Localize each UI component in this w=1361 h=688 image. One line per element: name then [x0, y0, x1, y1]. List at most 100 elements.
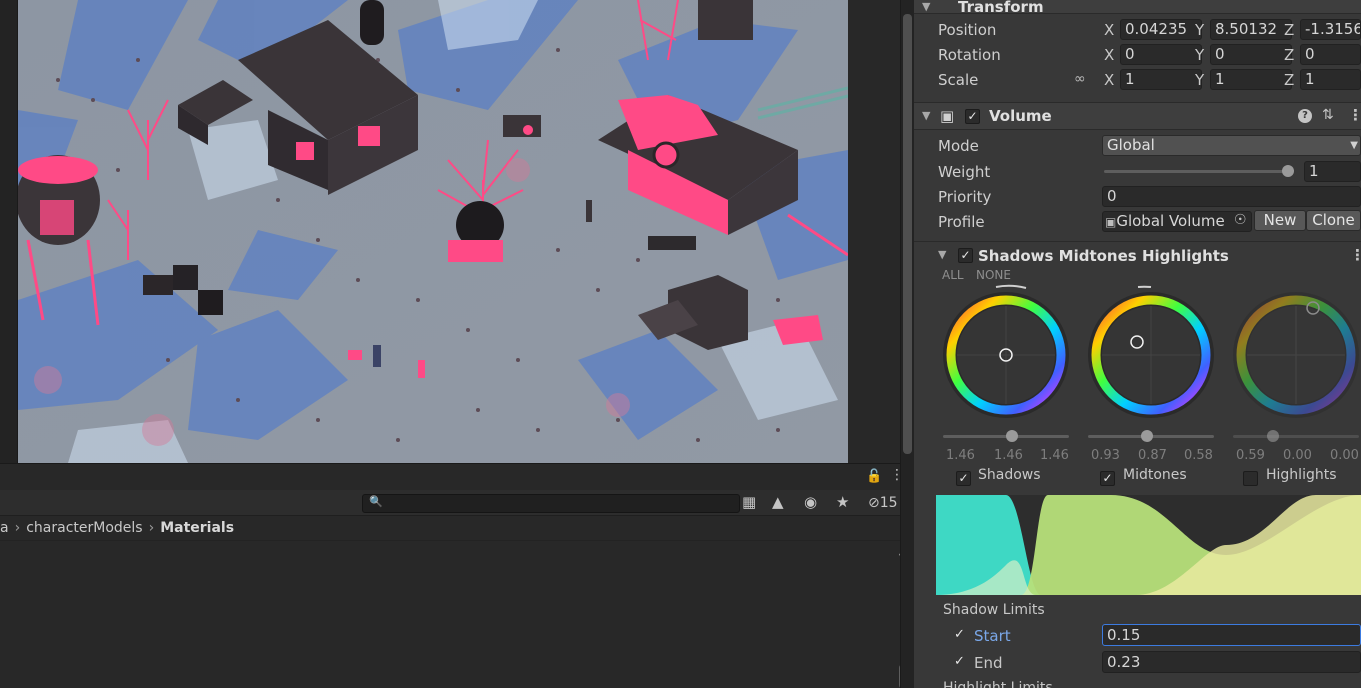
end-field[interactable]: 0.23: [1102, 651, 1361, 673]
shadows-value-g: 1.46: [994, 448, 1023, 463]
panel-splitter[interactable]: [900, 0, 914, 688]
midtones-value-g: 0.87: [1138, 448, 1167, 463]
mode-dropdown[interactable]: Global ▼: [1102, 135, 1361, 156]
weight-field[interactable]: 1: [1304, 161, 1361, 182]
rotation-y-field[interactable]: 0: [1210, 44, 1292, 65]
highlight-limits-label: Highlight Limits: [943, 680, 1053, 688]
highlights-value-b: 0.00: [1330, 448, 1359, 463]
highlights-value-r: 0.59: [1236, 448, 1265, 463]
scale-row: Scale ∞ X 1 Y 1 Z 1: [914, 67, 1361, 92]
scene-scrollbar-thumb[interactable]: [903, 14, 912, 454]
highlights-override-checkbox[interactable]: [1243, 471, 1258, 486]
midtones-value-b: 0.58: [1184, 448, 1213, 463]
highlights-label: Highlights: [1266, 467, 1337, 483]
fold-arrow-icon[interactable]: ▼: [938, 248, 946, 261]
axis-x-label: X: [1104, 71, 1115, 89]
scale-y-field[interactable]: 1: [1210, 69, 1292, 90]
midtones-slider-knob[interactable]: [1141, 430, 1154, 442]
shadows-value-b: 1.46: [1040, 448, 1069, 463]
volume-header[interactable]: ▼ ▣ ✓ Volume ? ⇅ ⋮: [914, 102, 1361, 130]
hidden-packages-count: 15: [879, 495, 898, 511]
weight-slider-knob[interactable]: [1282, 165, 1294, 177]
chevron-right-icon: ›: [14, 520, 21, 536]
more-options-icon[interactable]: ⋮: [1350, 246, 1361, 264]
smh-enabled-checkbox[interactable]: ✓: [958, 248, 973, 263]
help-icon[interactable]: ?: [1298, 109, 1312, 123]
project-tab-bar: 🔓 ⋮: [0, 464, 912, 490]
position-row: Position X 0.04235 Y 8.50132 Z -1.3156: [914, 17, 1361, 42]
position-y-field[interactable]: 8.50132: [1210, 19, 1292, 40]
shadows-slider-knob[interactable]: [1006, 430, 1019, 442]
search-by-type-icon[interactable]: ▦: [742, 493, 756, 511]
color-wheels: [943, 284, 1359, 418]
axis-y-label: Y: [1195, 71, 1205, 89]
start-field[interactable]: 0.15: [1102, 624, 1361, 646]
hidden-packages-toggle[interactable]: ⊘15: [868, 495, 898, 511]
shadows-color-wheel[interactable]: [943, 284, 1069, 418]
scale-z-field[interactable]: 1: [1300, 69, 1361, 90]
presets-icon[interactable]: ⇅: [1322, 107, 1334, 123]
weight-slider-track[interactable]: [1104, 170, 1294, 173]
end-label: End: [974, 654, 1003, 672]
transform-header[interactable]: ▼ Transform: [914, 0, 1361, 16]
clone-profile-button[interactable]: Clone: [1306, 210, 1361, 231]
fold-arrow-icon[interactable]: ▼: [922, 0, 930, 13]
fold-arrow-icon[interactable]: ▼: [922, 109, 930, 122]
filter-by-type-icon[interactable]: ▲: [772, 493, 784, 511]
rotation-x-field[interactable]: 0: [1120, 44, 1202, 65]
rotation-label: Rotation: [938, 46, 1001, 64]
axis-y-label: Y: [1195, 21, 1205, 39]
scene-right-margin: [848, 0, 900, 463]
favorite-star-icon[interactable]: ★: [836, 493, 849, 511]
lock-icon[interactable]: 🔓: [866, 469, 882, 484]
filter-by-label-icon[interactable]: ◉: [804, 493, 817, 511]
profile-object-field[interactable]: ▣Global Volume: [1102, 211, 1252, 232]
midtones-override-checkbox[interactable]: ✓: [1100, 471, 1115, 486]
shadows-override-checkbox[interactable]: ✓: [956, 471, 971, 486]
profile-label: Profile: [938, 213, 985, 231]
smh-header[interactable]: ▼ ✓ Shadows Midtones Highlights ⋮: [914, 241, 1361, 268]
rotation-z-field[interactable]: 0: [1300, 44, 1361, 65]
volume-profile-icon: ▣: [1105, 215, 1117, 229]
shadow-highlight-curve-graph[interactable]: [936, 495, 1361, 595]
position-label: Position: [938, 21, 997, 39]
scale-x-field[interactable]: 1: [1120, 69, 1202, 90]
constrain-proportions-icon[interactable]: ∞: [1074, 71, 1086, 87]
object-picker-icon[interactable]: ☉: [1234, 212, 1247, 228]
mode-row: Mode Global ▼: [914, 133, 1361, 158]
position-x-field[interactable]: 0.04235: [1120, 19, 1202, 40]
none-toggle[interactable]: NONE: [976, 268, 1011, 282]
midtones-label: Midtones: [1123, 467, 1187, 483]
breadcrumb-item[interactable]: a: [0, 520, 9, 536]
priority-field[interactable]: 0: [1102, 186, 1361, 207]
breadcrumb: a › characterModels › Materials: [0, 517, 912, 541]
shadows-value-r: 1.46: [946, 448, 975, 463]
breadcrumb-current[interactable]: Materials: [160, 520, 234, 536]
eye-slash-icon: ⊘: [868, 495, 880, 511]
midtones-color-wheel[interactable]: [1088, 285, 1214, 418]
chevron-right-icon: ›: [148, 520, 155, 536]
highlights-slider-track[interactable]: [1233, 435, 1359, 438]
volume-enabled-checkbox[interactable]: ✓: [965, 109, 980, 124]
breadcrumb-item[interactable]: characterModels: [26, 520, 142, 536]
highlights-color-wheel[interactable]: [1233, 292, 1359, 418]
end-override-checkbox[interactable]: ✓: [952, 655, 967, 670]
scene-left-toolbar: [0, 0, 18, 463]
more-options-icon[interactable]: ⋮: [1348, 106, 1361, 124]
scene-view[interactable]: [18, 0, 848, 463]
axis-z-label: Z: [1284, 46, 1295, 64]
volume-title: Volume: [989, 107, 1052, 125]
mode-value: Global: [1107, 136, 1155, 154]
scale-label: Scale: [938, 71, 979, 89]
highlights-slider-knob[interactable]: [1267, 430, 1280, 442]
shadows-label: Shadows: [978, 467, 1041, 483]
all-toggle[interactable]: ALL: [942, 268, 964, 282]
position-z-field[interactable]: -1.3156: [1300, 19, 1361, 40]
new-profile-button[interactable]: New: [1254, 210, 1306, 231]
transform-title: Transform: [958, 0, 1044, 16]
start-override-checkbox[interactable]: ✓: [952, 628, 967, 643]
scene-render: [18, 0, 848, 463]
axis-y-label: Y: [1195, 46, 1205, 64]
search-input[interactable]: 🔍: [362, 494, 740, 513]
start-label: Start: [974, 627, 1011, 645]
